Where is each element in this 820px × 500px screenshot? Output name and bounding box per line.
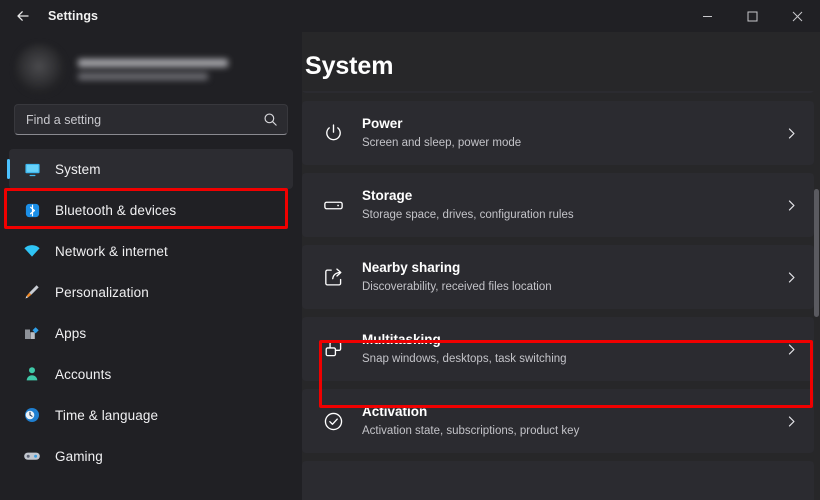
card-text: Power Screen and sleep, power mode xyxy=(362,115,785,150)
profile-name-blurred xyxy=(78,59,228,67)
card-text: Storage Storage space, drives, configura… xyxy=(362,187,785,222)
sidebar-item-label: Bluetooth & devices xyxy=(55,203,176,218)
share-icon xyxy=(320,264,346,290)
card-subtitle: Discoverability, received files location xyxy=(362,279,785,295)
profile-email-blurred xyxy=(78,73,208,80)
card-text: Activation Activation state, subscriptio… xyxy=(362,403,785,438)
power-icon xyxy=(320,120,346,146)
sidebar-item-label: Network & internet xyxy=(55,244,168,259)
settings-card-power[interactable]: Power Screen and sleep, power mode xyxy=(302,101,814,165)
main-panel: System xyxy=(302,32,820,500)
settings-card-storage[interactable]: Storage Storage space, drives, configura… xyxy=(302,173,814,237)
sidebar-item-label: Time & language xyxy=(55,408,158,423)
sidebar-item-gaming[interactable]: Gaming xyxy=(9,436,293,476)
paintbrush-icon xyxy=(23,283,41,301)
card-subtitle: Activation state, subscriptions, product… xyxy=(362,423,785,439)
apps-icon xyxy=(23,324,41,342)
settings-card-partial-bottom[interactable] xyxy=(302,461,814,500)
chevron-right-icon xyxy=(785,127,798,140)
card-subtitle: Snap windows, desktops, task switching xyxy=(362,351,785,367)
sidebar-nav: System Bluetooth & devices xyxy=(0,149,302,476)
page-title: System xyxy=(302,32,820,91)
drive-icon xyxy=(320,192,346,218)
window-title: Settings xyxy=(48,9,98,23)
sidebar-item-label: Apps xyxy=(55,326,86,341)
wifi-icon xyxy=(23,242,41,260)
minimize-button[interactable] xyxy=(685,0,730,32)
close-button[interactable] xyxy=(775,0,820,32)
scrollbar-thumb[interactable] xyxy=(814,189,819,317)
sidebar-item-label: System xyxy=(55,162,101,177)
bluetooth-icon xyxy=(23,201,41,219)
person-icon xyxy=(23,365,41,383)
check-circle-icon xyxy=(320,408,346,434)
chevron-right-icon xyxy=(785,415,798,428)
chevron-right-icon xyxy=(785,271,798,284)
sidebar-item-network-internet[interactable]: Network & internet xyxy=(9,231,293,271)
card-title: Power xyxy=(362,115,785,133)
sidebar-item-bluetooth-devices[interactable]: Bluetooth & devices xyxy=(9,190,293,230)
chevron-right-icon xyxy=(785,343,798,356)
user-profile[interactable] xyxy=(0,32,302,104)
sidebar: System Bluetooth & devices xyxy=(0,32,302,500)
sidebar-item-system[interactable]: System xyxy=(9,149,293,189)
gamepad-icon xyxy=(23,447,41,465)
card-title: Activation xyxy=(362,403,785,421)
card-text: Nearby sharing Discoverability, received… xyxy=(362,259,785,294)
card-title: Storage xyxy=(362,187,785,205)
settings-card-partial-top[interactable] xyxy=(302,91,814,93)
card-title: Nearby sharing xyxy=(362,259,785,277)
monitor-icon xyxy=(23,160,41,178)
maximize-button[interactable] xyxy=(730,0,775,32)
settings-card-activation[interactable]: Activation Activation state, subscriptio… xyxy=(302,389,814,453)
card-subtitle: Storage space, drives, configuration rul… xyxy=(362,207,785,223)
search-icon xyxy=(263,112,278,127)
settings-window: Settings xyxy=(0,0,820,500)
windows-stack-icon xyxy=(320,336,346,362)
search-container xyxy=(0,104,302,135)
scrollbar[interactable] xyxy=(814,143,819,500)
sidebar-item-apps[interactable]: Apps xyxy=(9,313,293,353)
profile-text-blurred xyxy=(78,59,228,80)
card-text: Multitasking Snap windows, desktops, tas… xyxy=(362,331,785,366)
settings-list: Power Screen and sleep, power mode xyxy=(302,91,820,500)
search-input[interactable] xyxy=(26,113,263,127)
card-title: Multitasking xyxy=(362,331,785,349)
window-body: System Bluetooth & devices xyxy=(0,32,820,500)
sidebar-item-label: Personalization xyxy=(55,285,149,300)
chevron-right-icon xyxy=(785,199,798,212)
sidebar-item-label: Accounts xyxy=(55,367,111,382)
settings-card-multitasking[interactable]: Multitasking Snap windows, desktops, tas… xyxy=(302,317,814,381)
card-subtitle: Screen and sleep, power mode xyxy=(362,135,785,151)
sidebar-item-time-language[interactable]: Time & language xyxy=(9,395,293,435)
title-bar: Settings xyxy=(0,0,820,32)
window-controls xyxy=(685,0,820,32)
sidebar-item-label: Gaming xyxy=(55,449,103,464)
sidebar-item-accounts[interactable]: Accounts xyxy=(9,354,293,394)
clock-globe-icon xyxy=(23,406,41,424)
sidebar-item-personalization[interactable]: Personalization xyxy=(9,272,293,312)
back-button[interactable] xyxy=(4,1,42,31)
settings-card-nearby-sharing[interactable]: Nearby sharing Discoverability, received… xyxy=(302,245,814,309)
avatar xyxy=(14,43,66,95)
search-box[interactable] xyxy=(14,104,288,135)
